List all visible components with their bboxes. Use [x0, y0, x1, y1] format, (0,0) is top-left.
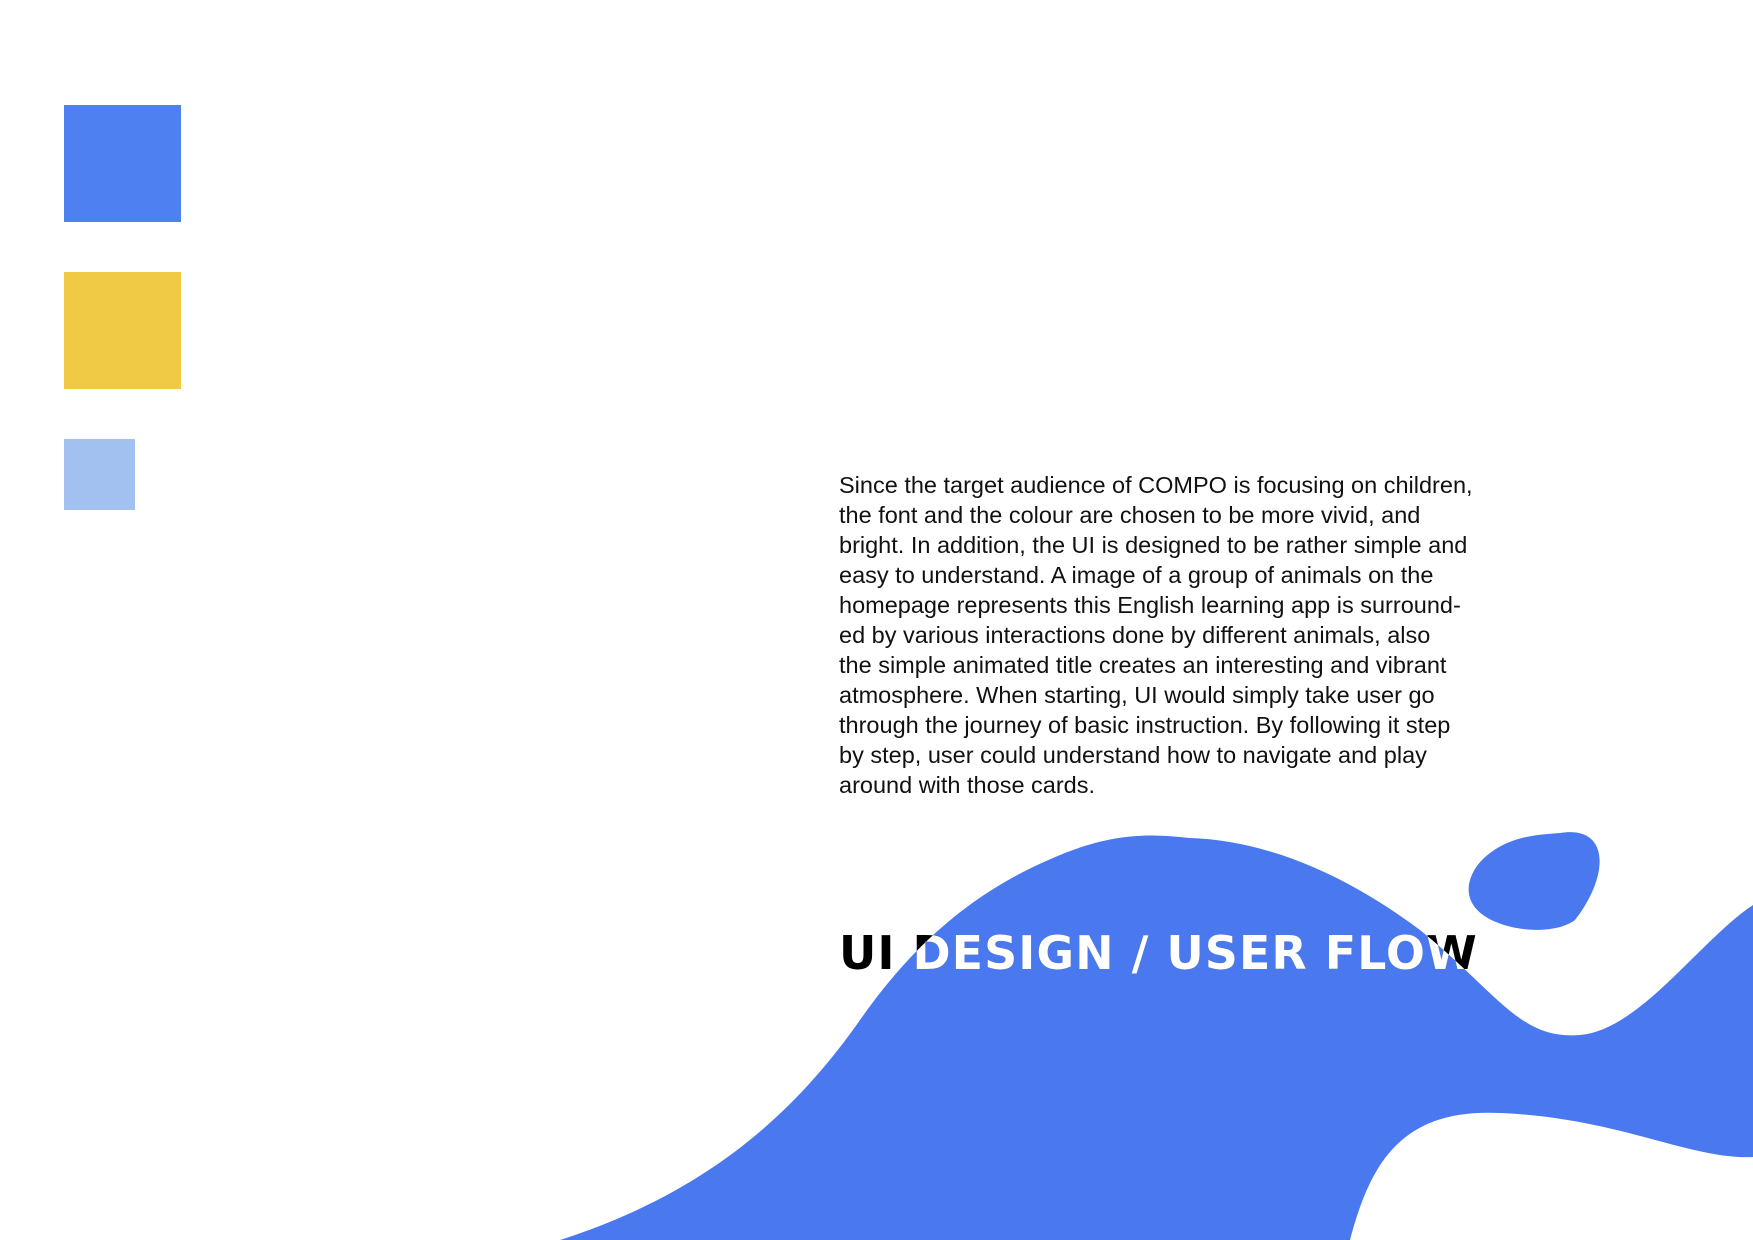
section-title: UI DESIGN / USER FLOW UI DESIGN / USER F… [839, 918, 1739, 988]
description-text: Since the target audience of COMPO is fo… [839, 472, 1473, 798]
small-blob [1468, 832, 1600, 930]
